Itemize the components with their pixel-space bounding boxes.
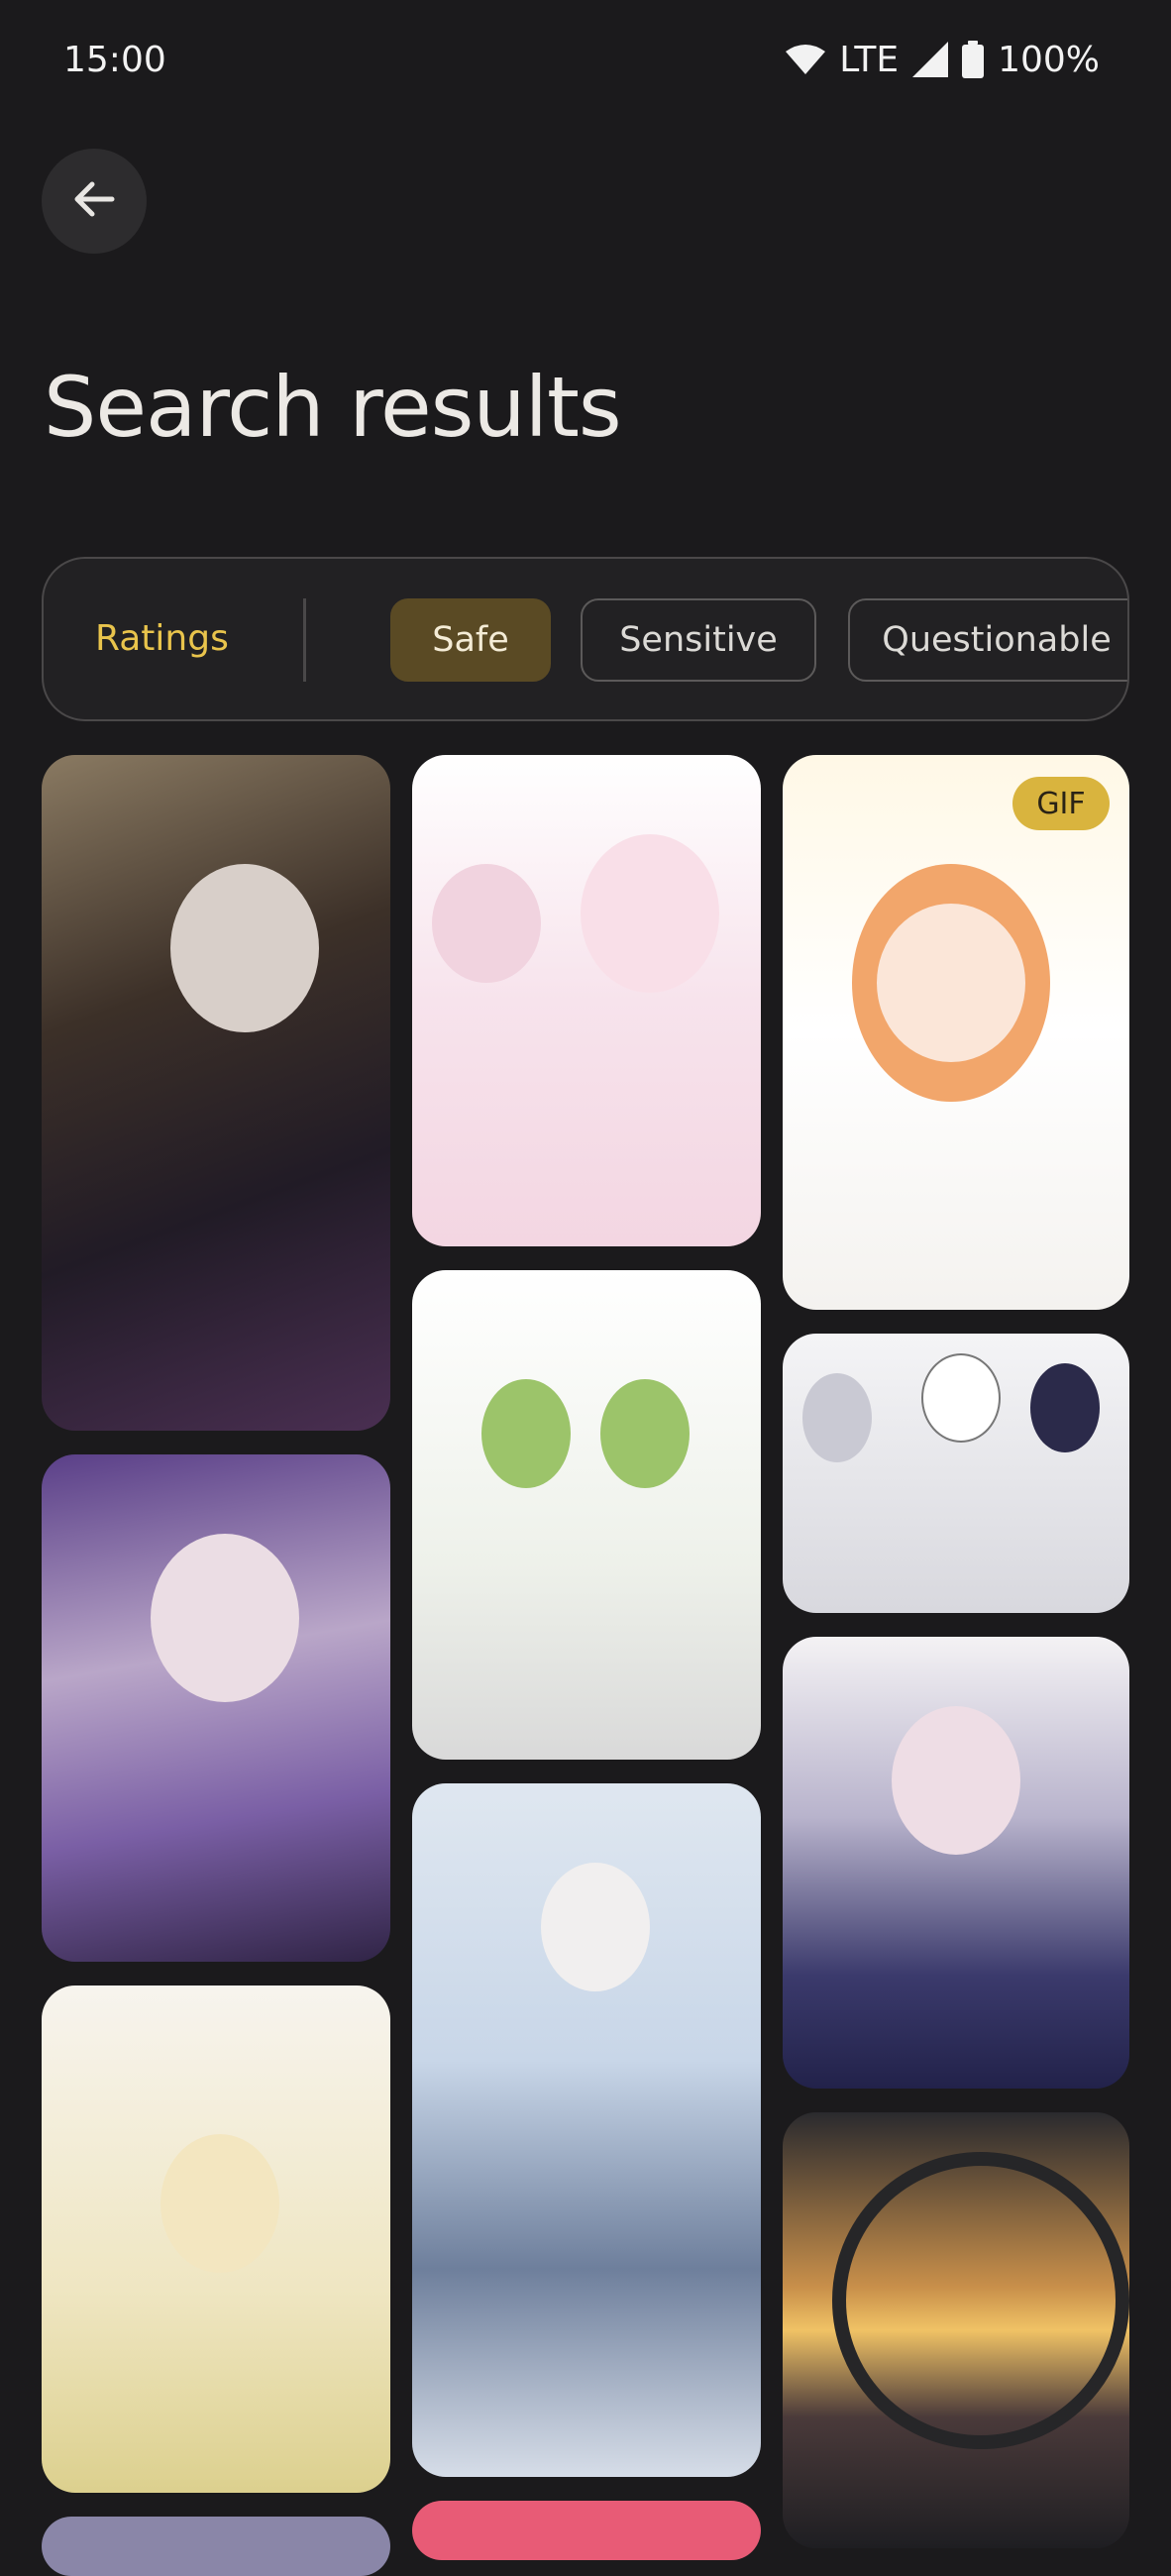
image-art xyxy=(151,1534,299,1702)
signal-icon xyxy=(912,42,949,77)
network-label: LTE xyxy=(839,39,900,80)
result-image[interactable] xyxy=(783,1637,1129,2089)
image-art xyxy=(160,2134,279,2273)
chip-safe[interactable]: Safe xyxy=(390,598,551,682)
back-button[interactable] xyxy=(42,149,147,254)
image-art xyxy=(921,1353,1001,1443)
result-image[interactable] xyxy=(42,2517,390,2576)
result-image[interactable] xyxy=(783,2112,1129,2548)
result-image[interactable] xyxy=(42,755,390,1431)
battery-icon xyxy=(962,41,985,78)
arrow-left-icon xyxy=(70,175,118,227)
image-art xyxy=(877,904,1025,1062)
image-art xyxy=(1030,1363,1100,1452)
image-art xyxy=(541,1863,650,1991)
result-image[interactable] xyxy=(783,1334,1129,1613)
image-art xyxy=(832,2152,1129,2449)
result-image[interactable] xyxy=(412,1783,761,2477)
image-art xyxy=(170,864,319,1032)
image-art xyxy=(581,834,719,993)
result-image[interactable]: GIF xyxy=(783,755,1129,1310)
result-image[interactable] xyxy=(412,1270,761,1760)
result-image[interactable] xyxy=(412,755,761,1246)
result-image[interactable] xyxy=(42,1454,390,1962)
chip-questionable[interactable]: Questionable xyxy=(848,598,1127,682)
filter-divider xyxy=(303,598,306,682)
image-art xyxy=(481,1379,571,1488)
image-art xyxy=(600,1379,690,1488)
image-art xyxy=(432,864,541,983)
wifi-icon xyxy=(786,44,826,75)
page-title: Search results xyxy=(44,359,622,456)
ratings-filter-bar[interactable]: Ratings Safe Sensitive Questionable xyxy=(42,557,1129,721)
result-image[interactable] xyxy=(412,2501,761,2560)
image-art xyxy=(892,1706,1020,1855)
gif-badge: GIF xyxy=(1012,777,1110,830)
status-bar: 15:00 LTE 100% xyxy=(0,0,1171,119)
clock: 15:00 xyxy=(63,39,166,80)
image-art xyxy=(802,1373,872,1462)
chip-sensitive[interactable]: Sensitive xyxy=(581,598,816,682)
result-image[interactable] xyxy=(42,1986,390,2493)
battery-level: 100% xyxy=(998,39,1100,80)
ratings-label: Ratings xyxy=(95,618,229,659)
status-icons: LTE 100% xyxy=(786,40,1100,80)
